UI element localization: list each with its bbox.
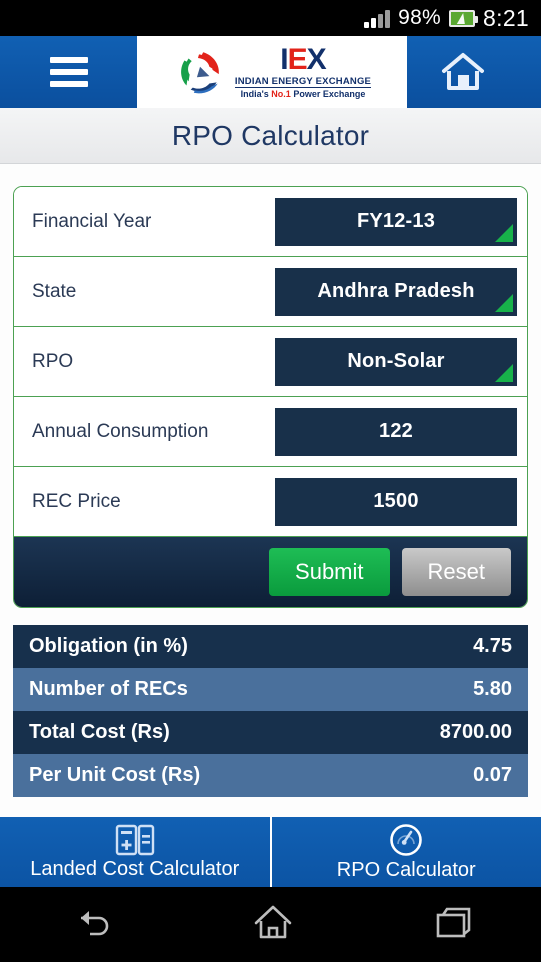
rpo-form-card: Financial Year FY12-13 State Andhra Prad… — [13, 186, 528, 608]
logo-letter-x: X — [306, 42, 327, 76]
chevron-spinner-icon — [495, 363, 513, 382]
label-financial-year: Financial Year — [32, 210, 152, 232]
tab-landed-cost-calculator[interactable]: Landed Cost Calculator — [0, 817, 270, 887]
page-title-bar: RPO Calculator — [0, 108, 541, 164]
table-row: Number of RECs 5.80 — [13, 668, 528, 711]
chevron-spinner-icon — [495, 223, 513, 242]
result-value-obligation: 4.75 — [473, 635, 512, 657]
form-button-bar: Submit Reset — [14, 537, 527, 607]
logo-tagline-primary: INDIAN ENERGY EXCHANGE — [234, 75, 372, 89]
tab-label-landed-cost-calculator: Landed Cost Calculator — [30, 857, 240, 880]
reset-button[interactable]: Reset — [401, 548, 511, 596]
iex-swirl-logo-icon — [181, 52, 219, 94]
financial-year-value: FY12-13 — [356, 210, 436, 232]
result-label-per-unit-cost: Per Unit Cost (Rs) — [29, 764, 201, 786]
result-value-total-cost: 8700.00 — [439, 721, 512, 743]
status-clock: 8:21 — [483, 4, 529, 31]
result-label-total-cost: Total Cost (Rs) — [29, 721, 170, 743]
android-navigation-bar — [0, 887, 541, 962]
result-label-obligation: Obligation (in %) — [29, 635, 188, 657]
logo-tagline-secondary: India's No.1 Power Exchange — [240, 89, 366, 100]
state-value: Andhra Pradesh — [317, 280, 475, 302]
iex-logo-text: IEX INDIAN ENERGY EXCHANGE India's No.1 … — [234, 42, 372, 100]
page-title: RPO Calculator — [171, 119, 370, 151]
signal-bars-icon — [364, 8, 391, 28]
label-state: State — [32, 280, 77, 302]
label-rpo: RPO — [32, 350, 74, 372]
tab-label-rpo-calculator: RPO Calculator — [336, 858, 476, 881]
result-value-number-of-recs: 5.80 — [473, 678, 512, 700]
submit-button[interactable]: Submit — [269, 548, 390, 596]
logo-letter-e: E — [287, 42, 308, 76]
recent-apps-icon[interactable] — [430, 902, 474, 947]
logo-letter-i: I — [280, 42, 288, 76]
app-header: IEX INDIAN ENERGY EXCHANGE India's No.1 … — [0, 36, 541, 108]
iex-logo: IEX INDIAN ENERGY EXCHANGE India's No.1 … — [137, 36, 407, 108]
results-table: Obligation (in %) 4.75 Number of RECs 5.… — [13, 625, 528, 797]
form-row-annual-consumption: Annual Consumption 122 — [14, 397, 527, 467]
back-arrow-icon[interactable] — [68, 902, 116, 947]
chevron-spinner-icon — [495, 293, 513, 312]
status-bar: 98% 8:21 — [0, 0, 541, 36]
home-outline-icon[interactable] — [251, 901, 295, 948]
form-row-state: State Andhra Pradesh — [14, 257, 527, 327]
label-annual-consumption: Annual Consumption — [32, 420, 209, 442]
annual-consumption-value: 122 — [379, 420, 413, 442]
result-label-number-of-recs: Number of RECs — [29, 678, 188, 700]
result-value-per-unit-cost: 0.07 — [473, 764, 512, 786]
bottom-tab-bar: Landed Cost Calculator RPO Calculator — [0, 817, 541, 887]
financial-year-dropdown[interactable]: FY12-13 — [275, 197, 517, 246]
rpo-dropdown[interactable]: Non-Solar — [275, 337, 517, 386]
battery-charging-icon — [449, 9, 479, 27]
table-row: Total Cost (Rs) 8700.00 — [13, 711, 528, 754]
rec-price-value: 1500 — [373, 490, 419, 512]
tab-rpo-calculator[interactable]: RPO Calculator — [269, 817, 541, 887]
hamburger-menu-icon[interactable] — [0, 57, 137, 87]
table-row: Per Unit Cost (Rs) 0.07 — [13, 754, 528, 797]
label-rec-price: REC Price — [32, 490, 121, 512]
state-dropdown[interactable]: Andhra Pradesh — [275, 267, 517, 316]
annual-consumption-input[interactable]: 122 — [275, 407, 517, 456]
calculator-icon — [115, 824, 154, 855]
table-row: Obligation (in %) 4.75 — [13, 625, 528, 668]
home-button[interactable] — [407, 51, 518, 93]
form-row-financial-year: Financial Year FY12-13 — [14, 187, 527, 257]
battery-percent-label: 98% — [398, 6, 442, 29]
gauge-icon — [390, 823, 423, 856]
form-row-rpo: RPO Non-Solar — [14, 327, 527, 397]
app-screen: 98% 8:21 IEX INDIAN ENERGY EXCHANGE Indi… — [0, 0, 541, 962]
rec-price-input[interactable]: 1500 — [275, 477, 517, 526]
rpo-value: Non-Solar — [347, 350, 445, 372]
form-row-rec-price: REC Price 1500 — [14, 467, 527, 537]
home-icon — [441, 53, 484, 90]
